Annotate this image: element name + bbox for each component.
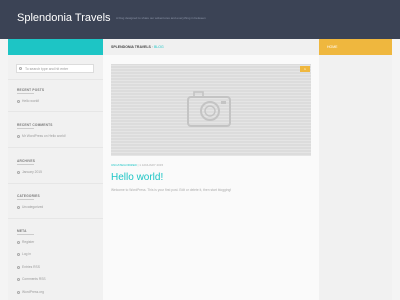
sidebar-divider (8, 147, 103, 148)
post-featured-image[interactable]: 1 (111, 64, 311, 156)
post-category[interactable]: UNCATEGORIZED (111, 163, 137, 167)
widget-underline (17, 199, 34, 200)
widget-underline (17, 128, 34, 129)
search-placeholder: To search type and hit enter (25, 67, 69, 71)
widget-title-recent-comments: RECENT COMMENTS (17, 123, 53, 127)
circle-bullet-icon (17, 252, 20, 256)
category-link[interactable]: Uncategorized (17, 205, 43, 209)
widget-underline (17, 164, 34, 165)
comment-count-badge[interactable]: 1 (300, 66, 310, 72)
post-excerpt: Welcome to WordPress. This is your first… (111, 188, 232, 192)
archive-link[interactable]: January 2015 (17, 170, 42, 174)
breadcrumb-current: BLOG (154, 45, 164, 49)
circle-bullet-icon (17, 99, 20, 103)
widget-title-meta: META (17, 229, 27, 233)
sidebar-divider (8, 183, 103, 184)
site-header: Splendonia Travels A blog designed to sh… (0, 0, 400, 39)
breadcrumb-home[interactable]: SPLENDONIA TRAVELS (111, 45, 151, 49)
home-link[interactable]: HOME (327, 45, 338, 49)
right-sidebar (319, 55, 392, 300)
meta-link-entries-rss[interactable]: Entries RSS (17, 265, 40, 269)
circle-bullet-icon (17, 240, 20, 244)
sidebar-divider (8, 79, 103, 80)
sidebar-top-band (8, 39, 103, 55)
recent-post-link[interactable]: Hello world! (17, 99, 39, 103)
circle-bullet-icon (17, 265, 20, 269)
post-meta: UNCATEGORIZED | 1 JANUARY 2015 (111, 163, 163, 167)
meta-link-wordpress[interactable]: WordPress.org (17, 290, 44, 294)
post-date: 1 JANUARY 2015 (139, 163, 164, 167)
search-icon (19, 67, 22, 70)
main-content: 1 UNCATEGORIZED | 1 JANUARY 2015 Hello w… (103, 55, 319, 300)
widget-underline (17, 234, 34, 235)
meta-link-register[interactable]: Register (17, 240, 34, 244)
breadcrumb-bar: SPLENDONIA TRAVELS › BLOG (103, 39, 319, 55)
widget-title-categories: CATEGORIES (17, 194, 40, 198)
breadcrumb-separator: › (151, 45, 154, 49)
meta-link-login[interactable]: Log in (17, 252, 31, 256)
recent-comment-link[interactable]: Mr WordPress on Hello world! (17, 134, 66, 138)
left-sidebar: To search type and hit enter RECENT POST… (8, 55, 103, 300)
sidebar-divider (8, 111, 103, 112)
site-title[interactable]: Splendonia Travels (17, 12, 111, 24)
right-top-band: HOME (319, 39, 392, 55)
camera-icon (187, 91, 231, 127)
site-tagline: A blog designed to share our adventures … (116, 16, 206, 20)
breadcrumb: SPLENDONIA TRAVELS › BLOG (111, 45, 164, 49)
search-input[interactable]: To search type and hit enter (16, 64, 94, 73)
circle-bullet-icon (17, 277, 20, 281)
comment-icon (17, 134, 20, 138)
widget-underline (17, 93, 34, 94)
post-title[interactable]: Hello world! (111, 172, 163, 183)
meta-link-comments-rss[interactable]: Comments RSS (17, 277, 46, 281)
widget-title-recent-posts: RECENT POSTS (17, 88, 45, 92)
circle-bullet-icon (17, 205, 20, 209)
circle-bullet-icon (17, 290, 20, 294)
sidebar-divider (8, 218, 103, 219)
circle-bullet-icon (17, 170, 20, 174)
widget-title-archives: ARCHIVES (17, 159, 36, 163)
